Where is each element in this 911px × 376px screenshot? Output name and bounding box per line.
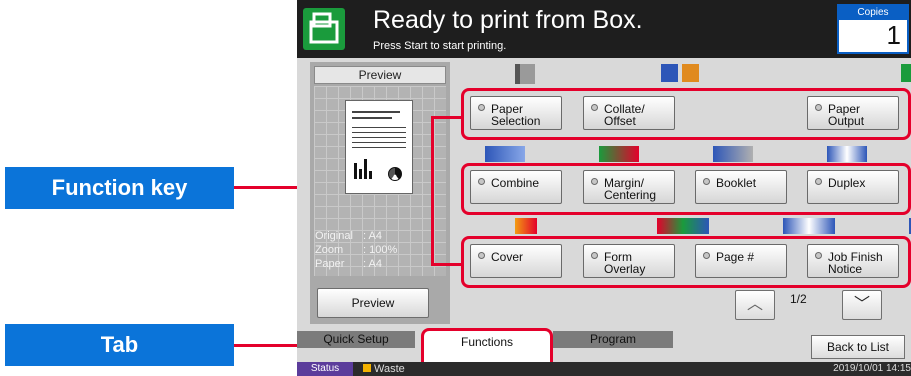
radio-dot-icon [478,178,485,185]
radio-dot-icon [478,104,485,111]
status-bar: Status Waste 2019/10/01 14:15 [297,362,911,376]
radio-dot-icon [591,178,598,185]
duplex-button[interactable]: Duplex [807,170,899,204]
tab-callout: Tab [5,324,234,366]
form-overlay-icon [657,218,709,234]
row2-icons [485,146,911,162]
back-to-list-button[interactable]: Back to List [811,335,905,359]
margin-icon [599,146,639,162]
waste-indicator: Waste [363,362,405,376]
copies-label: Copies [839,6,907,20]
status-datetime: 2019/10/01 14:15 [833,363,911,374]
function-key-bracket-bottom [431,263,463,266]
preview-pane: Preview Original: A4 Zoom: 100% Paper: A… [310,62,450,324]
radio-dot-icon [703,178,710,185]
collate-icon [661,64,699,82]
info-original: Original: A4 [315,230,382,242]
cover-icon [515,218,537,234]
function-key-bracket-top [431,116,463,119]
box-icon [303,8,345,50]
job-finish-notice-button[interactable]: Job Finish Notice [807,244,899,278]
page-number-button[interactable]: Page # [695,244,787,278]
radio-dot-icon [703,252,710,259]
booklet-icon [713,146,753,162]
preview-button[interactable]: Preview [317,288,429,318]
document-chart-icon [354,159,372,179]
copies-value: 1 [886,20,901,50]
booklet-button[interactable]: Booklet [695,170,787,204]
paper-output-button[interactable]: Paper Output [807,96,899,130]
page-number-icon [783,218,835,234]
copies-field[interactable]: Copies 1 [837,4,909,54]
radio-dot-icon [478,252,485,259]
function-key-callout-label: Function key [51,175,188,200]
waste-icon [363,364,371,372]
radio-dot-icon [591,252,598,259]
page-indicator: 1/2 [790,292,807,306]
radio-dot-icon [815,104,822,111]
document-pie-icon [388,167,402,181]
status-button[interactable]: Status [297,362,353,376]
device-screen: Ready to print from Box. Press Start to … [297,0,911,376]
collate-offset-button[interactable]: Collate/ Offset [583,96,675,130]
tab-program[interactable]: Program [553,331,673,348]
radio-dot-icon [815,252,822,259]
document-thumbnail [345,100,413,194]
page-up-button[interactable]: ︿ [735,290,775,320]
page-title: Ready to print from Box. [373,6,643,34]
duplex-icon [827,146,867,162]
cover-button[interactable]: Cover [470,244,562,278]
row3-icons [515,218,911,234]
combine-button[interactable]: Combine [470,170,562,204]
info-zoom: Zoom: 100% [315,244,398,256]
radio-dot-icon [815,178,822,185]
function-key-callout: Function key [5,167,234,209]
tab-quick-setup[interactable]: Quick Setup [297,331,415,348]
function-key-bracket [431,116,434,266]
tab-callout-label: Tab [100,332,139,357]
form-overlay-button[interactable]: Form Overlay [583,244,675,278]
header-bar: Ready to print from Box. Press Start to … [297,0,911,58]
margin-centering-button[interactable]: Margin/ Centering [583,170,675,204]
paper-selection-button[interactable]: Paper Selection [470,96,562,130]
page-down-button[interactable]: ﹀ [842,290,882,320]
output-tray-icon [901,64,911,82]
paper-tray-icon [515,64,535,84]
radio-dot-icon [591,104,598,111]
page-subtitle: Press Start to start printing. [373,40,507,52]
info-paper: Paper: A4 [315,258,382,270]
combine-icon [485,146,525,162]
preview-title: Preview [314,66,446,84]
row1-icons [515,64,911,84]
